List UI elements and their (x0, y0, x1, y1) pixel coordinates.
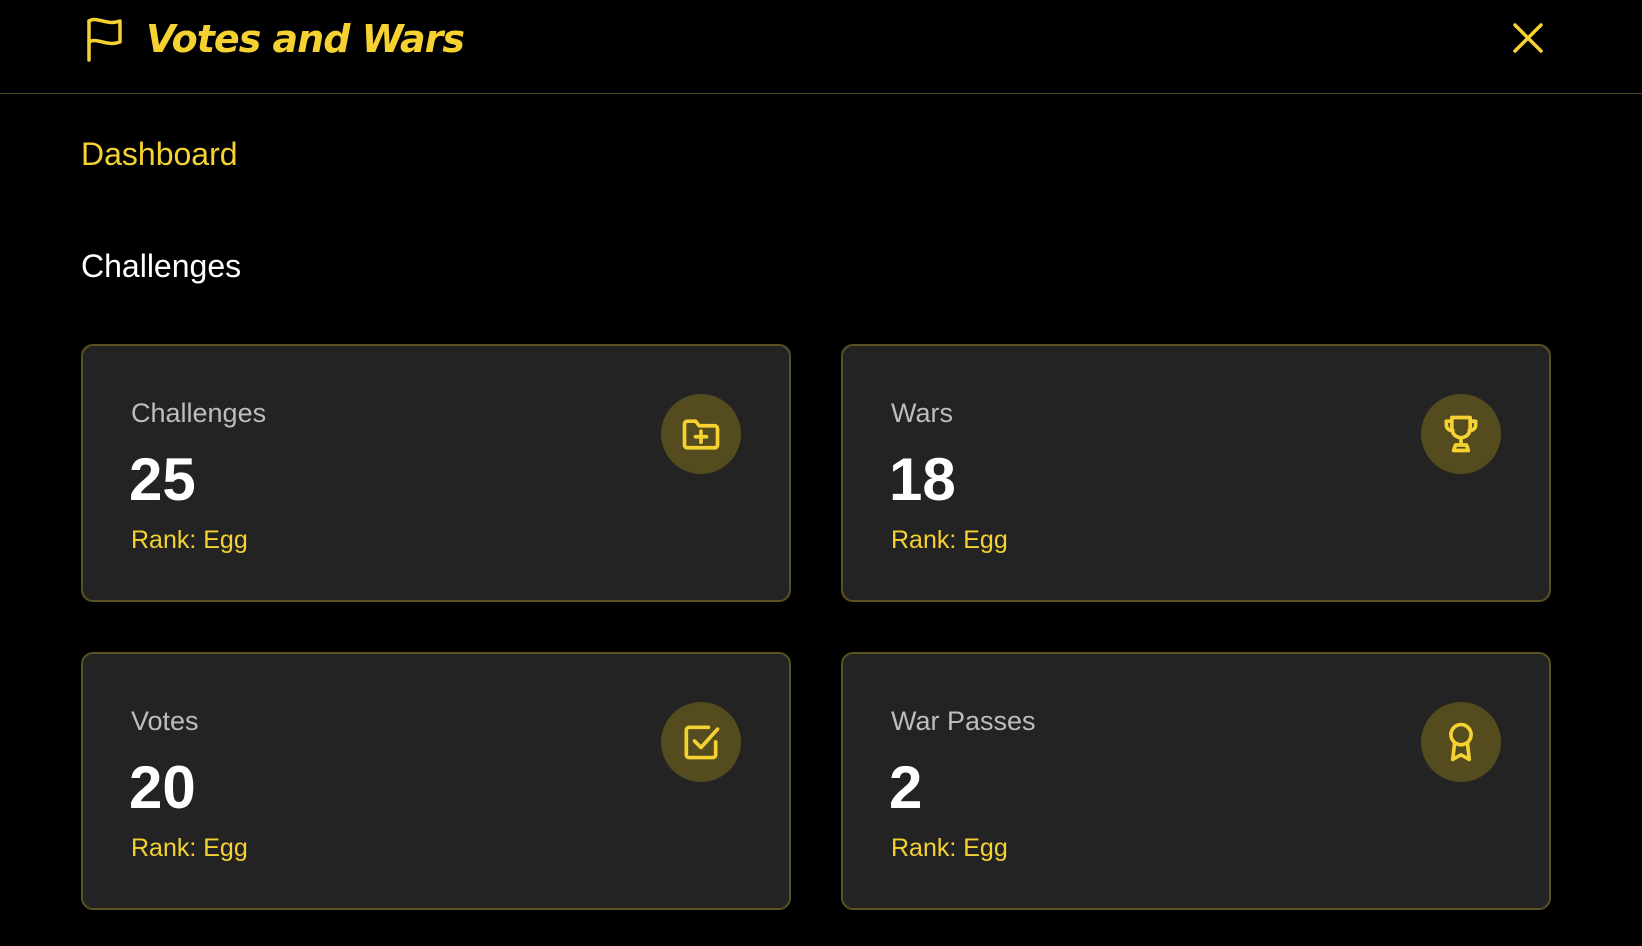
card-rank: Rank: Egg (131, 526, 248, 554)
brand[interactable]: Votes and Wars (84, 14, 465, 64)
card-label: Votes (131, 706, 199, 736)
card-label: War Passes (891, 706, 1036, 736)
card-value: 2 (889, 754, 923, 821)
check-square-icon (661, 702, 741, 782)
dashboard-link[interactable]: Dashboard (81, 136, 238, 173)
card-label: Challenges (131, 398, 267, 428)
trophy-icon (1421, 394, 1501, 474)
folder-plus-icon (661, 394, 741, 474)
card-rank: Rank: Egg (131, 834, 248, 862)
card-value: 20 (129, 754, 196, 821)
stat-card-war-passes[interactable]: War Passes 2 Rank: Egg (841, 652, 1551, 910)
app-title: Votes and Wars (146, 17, 465, 61)
card-value: 25 (129, 446, 196, 513)
top-bar: Votes and Wars (0, 0, 1642, 94)
section-title: Challenges (81, 248, 242, 284)
close-icon[interactable] (1510, 20, 1546, 56)
flag-icon (87, 17, 122, 62)
stat-card-votes[interactable]: Votes 20 Rank: Egg (81, 652, 791, 910)
card-rank: Rank: Egg (891, 526, 1008, 554)
card-label: Wars (891, 398, 953, 428)
award-icon (1421, 702, 1501, 782)
card-rank: Rank: Egg (891, 834, 1008, 862)
card-value: 18 (889, 446, 956, 513)
stat-card-challenges[interactable]: Challenges 25 Rank: Egg (81, 344, 791, 602)
stat-card-wars[interactable]: Wars 18 Rank: Egg (841, 344, 1551, 602)
